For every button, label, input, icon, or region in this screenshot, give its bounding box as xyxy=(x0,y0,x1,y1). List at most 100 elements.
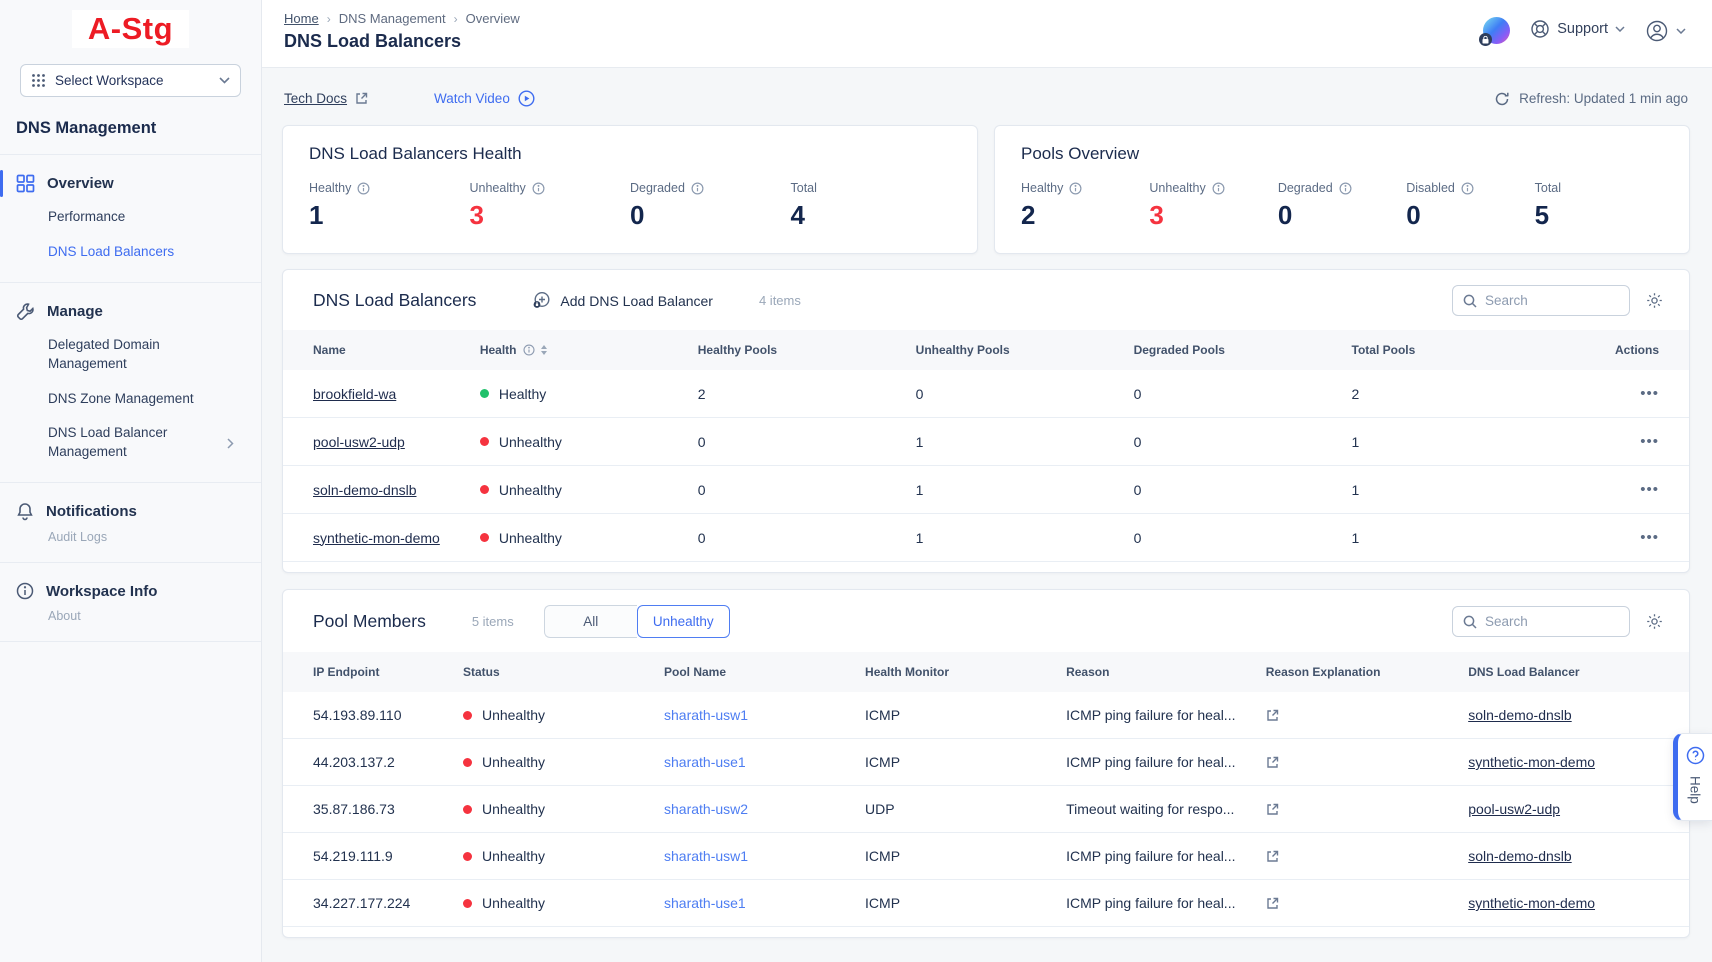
nav-group-manage: Manage Delegated Domain Management DNS Z… xyxy=(0,283,261,483)
sidebar-item-notifications[interactable]: Notifications xyxy=(0,495,261,528)
table-row: 44.203.137.2 Unhealthy sharath-use1 ICMP… xyxy=(283,739,1689,786)
add-dns-load-balancer-button[interactable]: Add DNS Load Balancer xyxy=(532,291,713,310)
sidebar-item-dns-load-balancers[interactable]: DNS Load Balancers xyxy=(0,235,261,270)
stat-label: Healthy xyxy=(1021,181,1063,195)
refresh-button[interactable]: Refresh: Updated 1 min ago xyxy=(1494,91,1688,107)
healthy-pools-value: 0 xyxy=(698,418,916,466)
sort-icon[interactable] xyxy=(541,345,547,355)
dashboard-grid-icon xyxy=(16,174,35,193)
search-input[interactable] xyxy=(1485,293,1619,308)
watch-video-link[interactable]: Watch Video xyxy=(434,90,535,107)
stat-total: Total 5 xyxy=(1535,181,1663,231)
avatar[interactable] xyxy=(1483,17,1510,44)
stat-degraded: Degraded 0 xyxy=(630,181,791,231)
reason: ICMP ping failure for heal... xyxy=(1066,739,1266,786)
pool-name-link[interactable]: sharath-use1 xyxy=(664,895,746,911)
degraded-pools-value: 0 xyxy=(1134,466,1352,514)
dns-lb-link[interactable]: soln-demo-dnslb xyxy=(1468,848,1572,864)
sidebar-item-label: Notifications xyxy=(46,503,137,520)
breadcrumb-separator: › xyxy=(454,12,458,26)
col-name[interactable]: Name xyxy=(283,330,480,370)
top-bar: Home › DNS Management › Overview DNS Loa… xyxy=(262,0,1712,68)
col-health-monitor: Health Monitor xyxy=(865,652,1066,692)
stat-disabled: Disabled 0 xyxy=(1406,181,1534,231)
dnslb-search[interactable] xyxy=(1452,285,1630,316)
col-health[interactable]: Health xyxy=(480,330,698,370)
nav-group-workspace-info: Workspace Info About xyxy=(0,563,261,642)
pool-name-link[interactable]: sharath-usw2 xyxy=(664,801,748,817)
table-row: pool-usw2-udp Unhealthy 0 1 0 1 ••• xyxy=(283,418,1689,466)
sidebar-item-dns-load-balancer-management[interactable]: DNS Load Balancer Management xyxy=(0,416,250,470)
lb-name-link[interactable]: brookfield-wa xyxy=(313,386,396,402)
add-button-label: Add DNS Load Balancer xyxy=(560,293,713,309)
account-menu[interactable] xyxy=(1645,17,1686,43)
ip-endpoint: 44.203.137.2 xyxy=(283,739,463,786)
status-dot xyxy=(480,485,489,494)
row-actions-button[interactable]: ••• xyxy=(1640,481,1659,498)
help-widget[interactable]: Help xyxy=(1673,733,1712,821)
sidebar-item-audit-logs[interactable]: Audit Logs xyxy=(0,528,261,550)
ip-endpoint: 54.219.111.9 xyxy=(283,833,463,880)
section-title: Pool Members xyxy=(313,611,426,632)
col-total-pools[interactable]: Total Pools xyxy=(1352,330,1577,370)
search-input[interactable] xyxy=(1485,614,1619,629)
lb-name-link[interactable]: soln-demo-dnslb xyxy=(313,482,417,498)
unhealthy-pools-value: 1 xyxy=(916,418,1134,466)
reason-explanation-link-icon[interactable] xyxy=(1266,709,1458,722)
reason-explanation-link-icon[interactable] xyxy=(1266,850,1458,863)
info-icon[interactable] xyxy=(1461,182,1474,195)
filter-all-button[interactable]: All xyxy=(544,605,637,638)
sidebar-item-about[interactable]: About xyxy=(0,607,261,629)
sidebar-item-label: Workspace Info xyxy=(46,583,157,600)
workspace-selector[interactable]: Select Workspace xyxy=(20,64,241,97)
tech-docs-link[interactable]: Tech Docs xyxy=(284,91,368,106)
pool-name-link[interactable]: sharath-use1 xyxy=(664,754,746,770)
sidebar-item-dns-zone-management[interactable]: DNS Zone Management xyxy=(0,382,261,417)
row-actions-button[interactable]: ••• xyxy=(1640,385,1659,402)
gear-icon[interactable] xyxy=(1646,613,1663,630)
info-icon[interactable] xyxy=(1212,182,1225,195)
pool-members-search[interactable] xyxy=(1452,606,1630,637)
health-monitor: ICMP xyxy=(865,880,1066,927)
info-icon[interactable] xyxy=(691,182,704,195)
col-ip-endpoint: IP Endpoint xyxy=(283,652,463,692)
filter-unhealthy-button[interactable]: Unhealthy xyxy=(637,605,730,638)
sidebar-item-performance[interactable]: Performance xyxy=(0,200,261,235)
support-menu[interactable]: Support xyxy=(1530,17,1625,39)
dns-lb-link[interactable]: pool-usw2-udp xyxy=(1468,801,1560,817)
sidebar-item-delegated-domain-management[interactable]: Delegated Domain Management xyxy=(0,328,230,382)
pool-name-link[interactable]: sharath-usw1 xyxy=(664,707,748,723)
health-monitor: ICMP xyxy=(865,739,1066,786)
add-circle-lock-icon xyxy=(532,291,551,310)
table-row: 54.193.89.110 Unhealthy sharath-usw1 ICM… xyxy=(283,692,1689,739)
col-degraded-pools[interactable]: Degraded Pools xyxy=(1134,330,1352,370)
info-icon[interactable] xyxy=(1339,182,1352,195)
col-reason: Reason xyxy=(1066,652,1266,692)
dns-lb-link[interactable]: synthetic-mon-demo xyxy=(1468,754,1595,770)
sidebar-item-manage[interactable]: Manage xyxy=(0,295,261,328)
lb-name-link[interactable]: synthetic-mon-demo xyxy=(313,530,440,546)
brand-logo-text: A-Stg xyxy=(72,10,189,48)
reason-explanation-link-icon[interactable] xyxy=(1266,803,1458,816)
dns-lb-link[interactable]: soln-demo-dnslb xyxy=(1468,707,1572,723)
stats-row: DNS Load Balancers Health Healthy 1 Unhe… xyxy=(282,125,1690,254)
row-actions-button[interactable]: ••• xyxy=(1640,433,1659,450)
chevron-down-icon xyxy=(219,77,230,84)
reason-explanation-link-icon[interactable] xyxy=(1266,897,1458,910)
pool-name-link[interactable]: sharath-usw1 xyxy=(664,848,748,864)
gear-icon[interactable] xyxy=(1646,292,1663,309)
reason-explanation-link-icon[interactable] xyxy=(1266,756,1458,769)
row-actions-button[interactable]: ••• xyxy=(1640,529,1659,546)
info-icon[interactable] xyxy=(523,344,535,356)
info-icon[interactable] xyxy=(532,182,545,195)
info-icon[interactable] xyxy=(357,182,370,195)
sidebar-item-workspace-info[interactable]: Workspace Info xyxy=(0,575,261,607)
dns-lb-health-card: DNS Load Balancers Health Healthy 1 Unhe… xyxy=(282,125,978,254)
col-healthy-pools[interactable]: Healthy Pools xyxy=(698,330,916,370)
dns-lb-link[interactable]: synthetic-mon-demo xyxy=(1468,895,1595,911)
info-icon[interactable] xyxy=(1069,182,1082,195)
col-unhealthy-pools[interactable]: Unhealthy Pools xyxy=(916,330,1134,370)
sidebar-item-overview[interactable]: Overview xyxy=(0,167,261,200)
breadcrumb-home[interactable]: Home xyxy=(284,11,319,26)
lb-name-link[interactable]: pool-usw2-udp xyxy=(313,434,405,450)
